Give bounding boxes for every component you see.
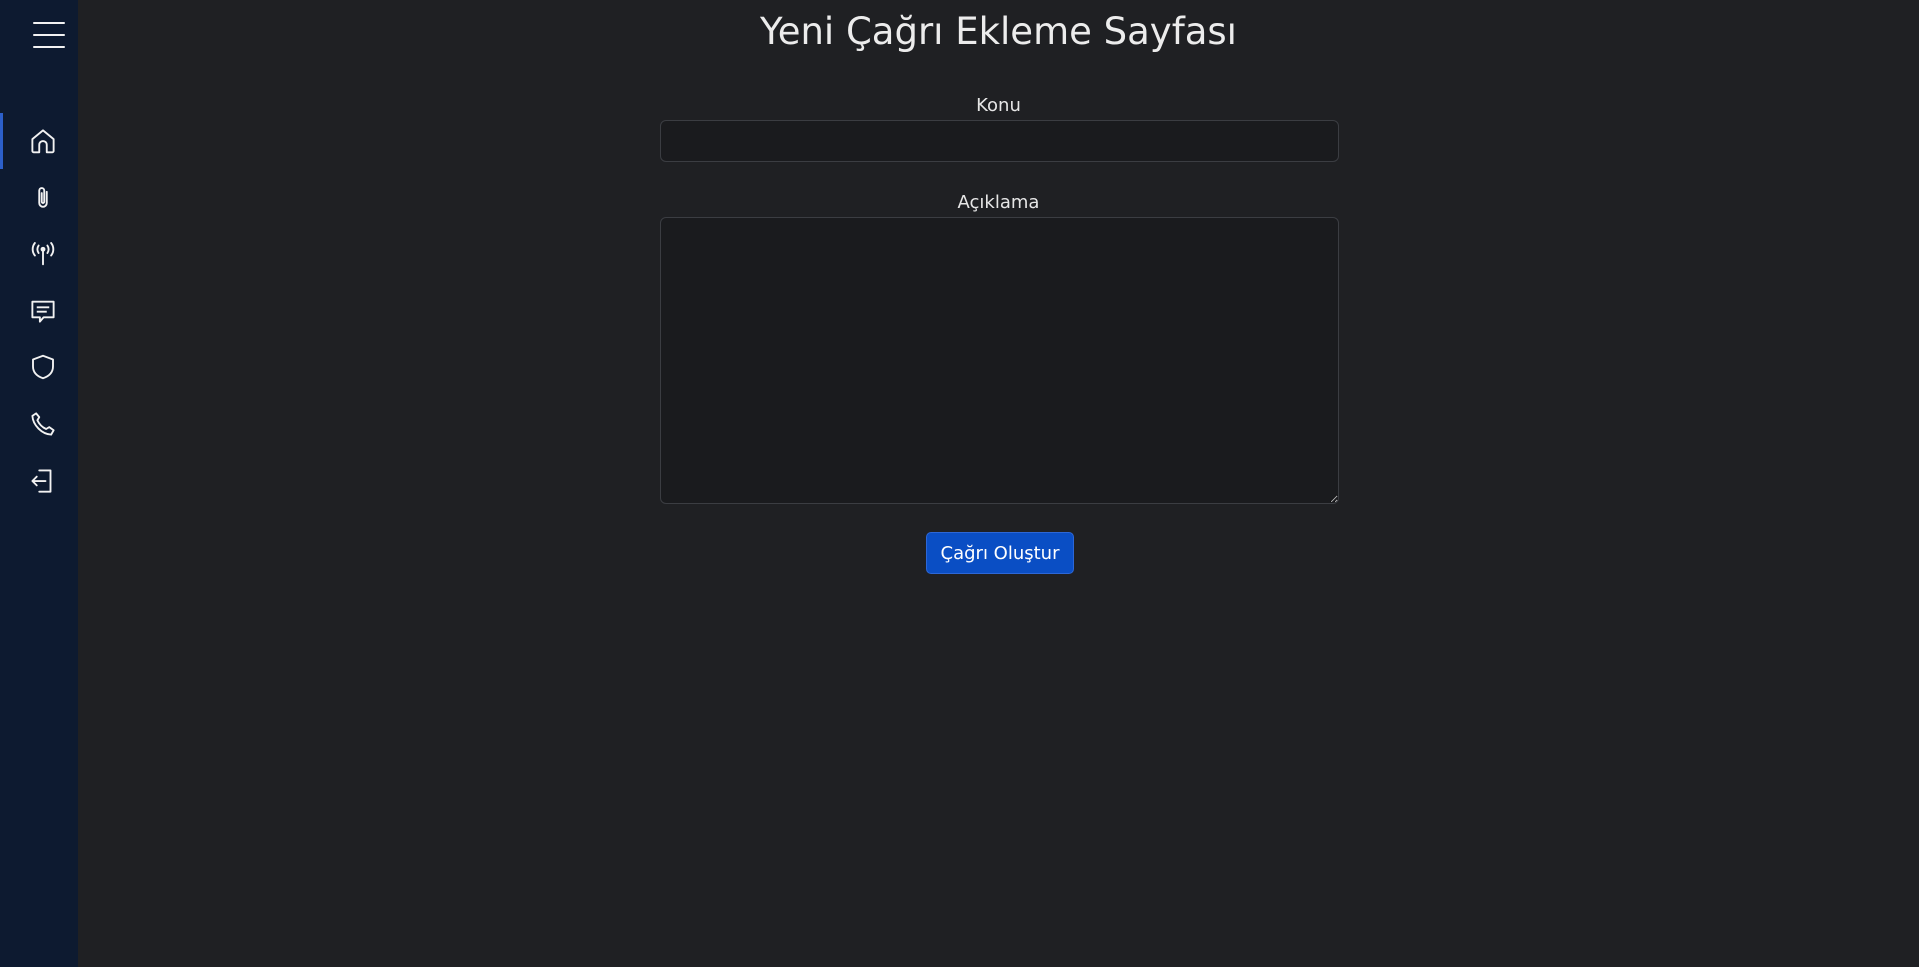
sidebar-item-attachments[interactable] (0, 170, 78, 226)
sidebar (0, 0, 78, 967)
sidebar-item-broadcast[interactable] (0, 225, 78, 281)
logout-icon (31, 469, 52, 493)
subject-input[interactable] (660, 120, 1339, 162)
home-icon (31, 129, 55, 154)
description-textarea[interactable] (660, 217, 1339, 504)
sidebar-item-security[interactable] (0, 339, 78, 395)
sidebar-item-logout[interactable] (0, 453, 78, 509)
main-content: Yeni Çağrı Ekleme Sayfası Konu Açıklama … (78, 0, 1919, 967)
create-ticket-button[interactable]: Çağrı Oluştur (926, 532, 1074, 574)
shield-icon (32, 354, 54, 380)
description-label: Açıklama (957, 192, 1040, 213)
antenna-icon (31, 242, 55, 266)
sidebar-item-contact[interactable] (0, 396, 78, 452)
hamburger-menu-icon[interactable] (33, 20, 65, 50)
chat-icon (31, 300, 55, 323)
phone-icon (31, 412, 55, 436)
subject-label: Konu (976, 95, 1021, 116)
sidebar-item-home[interactable] (0, 113, 78, 169)
paperclip-icon (38, 187, 48, 208)
sidebar-item-messages[interactable] (0, 283, 78, 339)
page-title: Yeni Çağrı Ekleme Sayfası (760, 10, 1237, 53)
